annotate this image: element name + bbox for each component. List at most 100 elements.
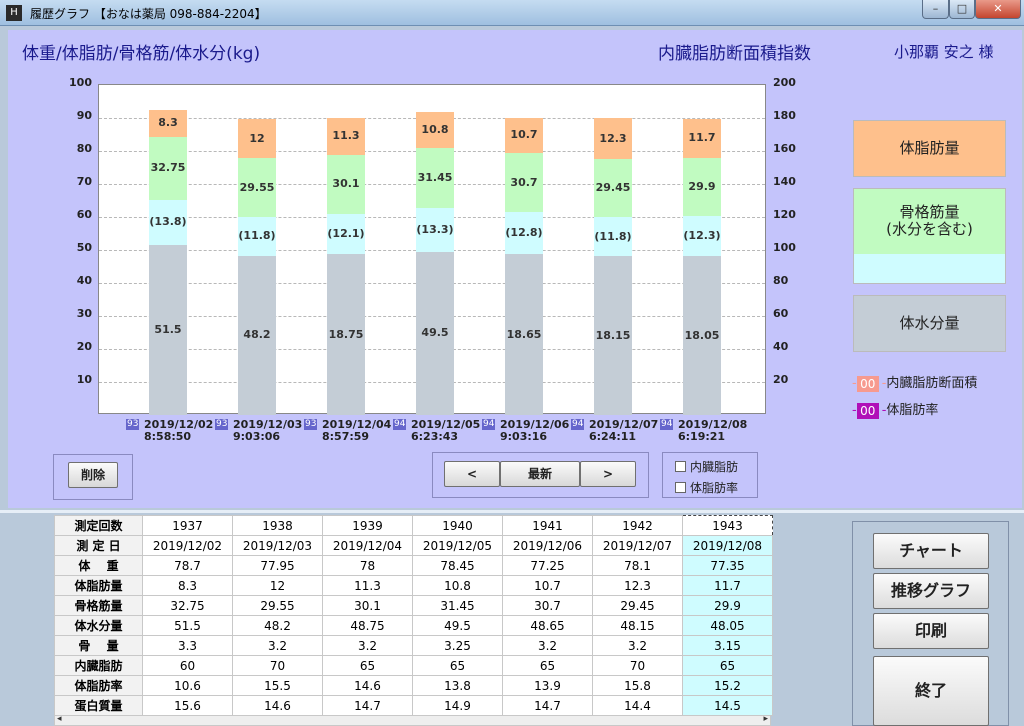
table-cell[interactable]: 14.7 — [502, 695, 593, 716]
x-index-label: 94 — [393, 419, 407, 430]
x-time-text: 9:03:16 — [500, 430, 548, 443]
table-cell[interactable]: 65 — [322, 655, 413, 676]
table-cell[interactable]: 78.45 — [412, 555, 503, 576]
table-cell[interactable]: 13.9 — [502, 675, 593, 696]
table-cell[interactable]: 1943 — [682, 515, 773, 536]
table-cell[interactable]: 12.3 — [592, 575, 683, 596]
table-cell[interactable]: 78 — [322, 555, 413, 576]
table-cell[interactable]: 3.2 — [502, 635, 593, 656]
table-cell[interactable]: 14.9 — [412, 695, 503, 716]
table-cell[interactable]: 77.35 — [682, 555, 773, 576]
close-button[interactable]: ✕ — [975, 0, 1021, 19]
table-cell[interactable]: 10.8 — [412, 575, 503, 596]
table-cell[interactable]: 11.7 — [682, 575, 773, 596]
chart-button[interactable]: チャート — [873, 533, 989, 569]
bar-water: 49.5 — [416, 251, 454, 415]
table-cell[interactable]: 15.2 — [682, 675, 773, 696]
table-cell[interactable]: 3.2 — [322, 635, 413, 656]
table-cell[interactable]: 8.3 — [142, 575, 233, 596]
bodyfat-checkbox[interactable]: 体脂肪率 — [675, 479, 738, 496]
latest-button[interactable]: 最新 — [500, 461, 580, 487]
table-cell[interactable]: 15.8 — [592, 675, 683, 696]
table-cell[interactable]: 1940 — [412, 515, 503, 536]
table-cell[interactable]: 1938 — [232, 515, 323, 536]
table-cell[interactable]: 3.3 — [142, 635, 233, 656]
table-cell[interactable]: 77.95 — [232, 555, 323, 576]
table-cell[interactable]: 48.75 — [322, 615, 413, 636]
table-cell[interactable]: 11.3 — [322, 575, 413, 596]
table-cell[interactable]: 2019/12/02 — [142, 535, 233, 556]
table-cell[interactable]: 13.8 — [412, 675, 503, 696]
bar-muscle-water: (12.1) — [327, 214, 365, 255]
table-cell[interactable]: 78.7 — [142, 555, 233, 576]
table-cell[interactable]: 1941 — [502, 515, 593, 536]
table-cell[interactable]: 32.75 — [142, 595, 233, 616]
prev-button[interactable]: < — [444, 461, 500, 487]
table-cell[interactable]: 78.1 — [592, 555, 683, 576]
table-cell[interactable]: 14.6 — [322, 675, 413, 696]
table-cell[interactable]: 2019/12/07 — [592, 535, 683, 556]
delete-button[interactable]: 削除 — [68, 462, 118, 488]
table-cell[interactable]: 49.5 — [412, 615, 503, 636]
table-cell[interactable]: 12 — [232, 575, 323, 596]
table-cell[interactable]: 10.6 — [142, 675, 233, 696]
table-cell[interactable]: 70 — [232, 655, 323, 676]
table-row: 骨 量 3.3 3.2 3.2 3.25 3.2 3.2 3.15 — [54, 635, 773, 656]
table-cell[interactable]: 1937 — [142, 515, 233, 536]
title-bar[interactable]: H 履歴グラフ 【おなは薬局 098-884-2204】 – □ ✕ — [0, 0, 1024, 26]
table-cell[interactable]: 14.7 — [322, 695, 413, 716]
scroll-right-arrow-icon[interactable]: ▸ — [763, 714, 768, 724]
horizontal-scrollbar[interactable]: ◂ ▸ — [54, 714, 771, 726]
table-cell[interactable]: 14.4 — [592, 695, 683, 716]
maximize-button[interactable]: □ — [949, 0, 975, 19]
table-cell[interactable]: 70 — [592, 655, 683, 676]
table-cell[interactable]: 15.6 — [142, 695, 233, 716]
table-cell[interactable]: 30.1 — [322, 595, 413, 616]
table-cell[interactable]: 48.15 — [592, 615, 683, 636]
table-cell[interactable]: 2019/12/05 — [412, 535, 503, 556]
table-cell[interactable]: 31.45 — [412, 595, 503, 616]
next-button[interactable]: > — [580, 461, 636, 487]
table-cell[interactable]: 51.5 — [142, 615, 233, 636]
table-cell[interactable]: 48.05 — [682, 615, 773, 636]
table-cell[interactable]: 3.2 — [592, 635, 683, 656]
table-cell[interactable]: 1939 — [322, 515, 413, 536]
table-cell[interactable]: 65 — [502, 655, 593, 676]
table-cell[interactable]: 48.65 — [502, 615, 593, 636]
table-cell[interactable]: 48.2 — [232, 615, 323, 636]
table-row: 体脂肪率 10.6 15.5 14.6 13.8 13.9 15.8 15.2 — [54, 675, 773, 696]
x-index-label: 94 — [482, 419, 496, 430]
splitter[interactable] — [0, 510, 1024, 513]
scroll-left-arrow-icon[interactable]: ◂ — [57, 714, 62, 724]
visceral-checkbox-box[interactable] — [675, 461, 686, 472]
table-cell[interactable]: 3.25 — [412, 635, 503, 656]
table-cell[interactable]: 2019/12/08 — [682, 535, 773, 556]
row-header: 体 重 — [54, 555, 143, 576]
exit-button[interactable]: 終了 — [873, 656, 989, 726]
bar-fat: 12.3 — [594, 118, 632, 159]
table-cell[interactable]: 3.15 — [682, 635, 773, 656]
minimize-button[interactable]: – — [922, 0, 949, 19]
table-cell[interactable]: 1942 — [592, 515, 683, 536]
table-cell[interactable]: 2019/12/03 — [232, 535, 323, 556]
table-cell[interactable]: 14.6 — [232, 695, 323, 716]
visceral-checkbox[interactable]: 内臓脂肪 — [675, 458, 738, 475]
bodyfat-checkbox-box[interactable] — [675, 482, 686, 493]
table-cell[interactable]: 77.25 — [502, 555, 593, 576]
print-button[interactable]: 印刷 — [873, 613, 989, 649]
table-cell[interactable]: 29.9 — [682, 595, 773, 616]
table-cell[interactable]: 65 — [412, 655, 503, 676]
table-cell[interactable]: 3.2 — [232, 635, 323, 656]
table-cell[interactable]: 65 — [682, 655, 773, 676]
table-cell[interactable]: 29.55 — [232, 595, 323, 616]
table-cell[interactable]: 10.7 — [502, 575, 593, 596]
table-cell[interactable]: 2019/12/06 — [502, 535, 593, 556]
table-cell[interactable]: 60 — [142, 655, 233, 676]
table-cell[interactable]: 14.5 — [682, 695, 773, 716]
trend-graph-button[interactable]: 推移グラフ — [873, 573, 989, 609]
x-date-label: 2019/12/07 6:24:11 — [589, 419, 658, 443]
table-cell[interactable]: 29.45 — [592, 595, 683, 616]
table-cell[interactable]: 15.5 — [232, 675, 323, 696]
table-cell[interactable]: 30.7 — [502, 595, 593, 616]
table-cell[interactable]: 2019/12/04 — [322, 535, 413, 556]
